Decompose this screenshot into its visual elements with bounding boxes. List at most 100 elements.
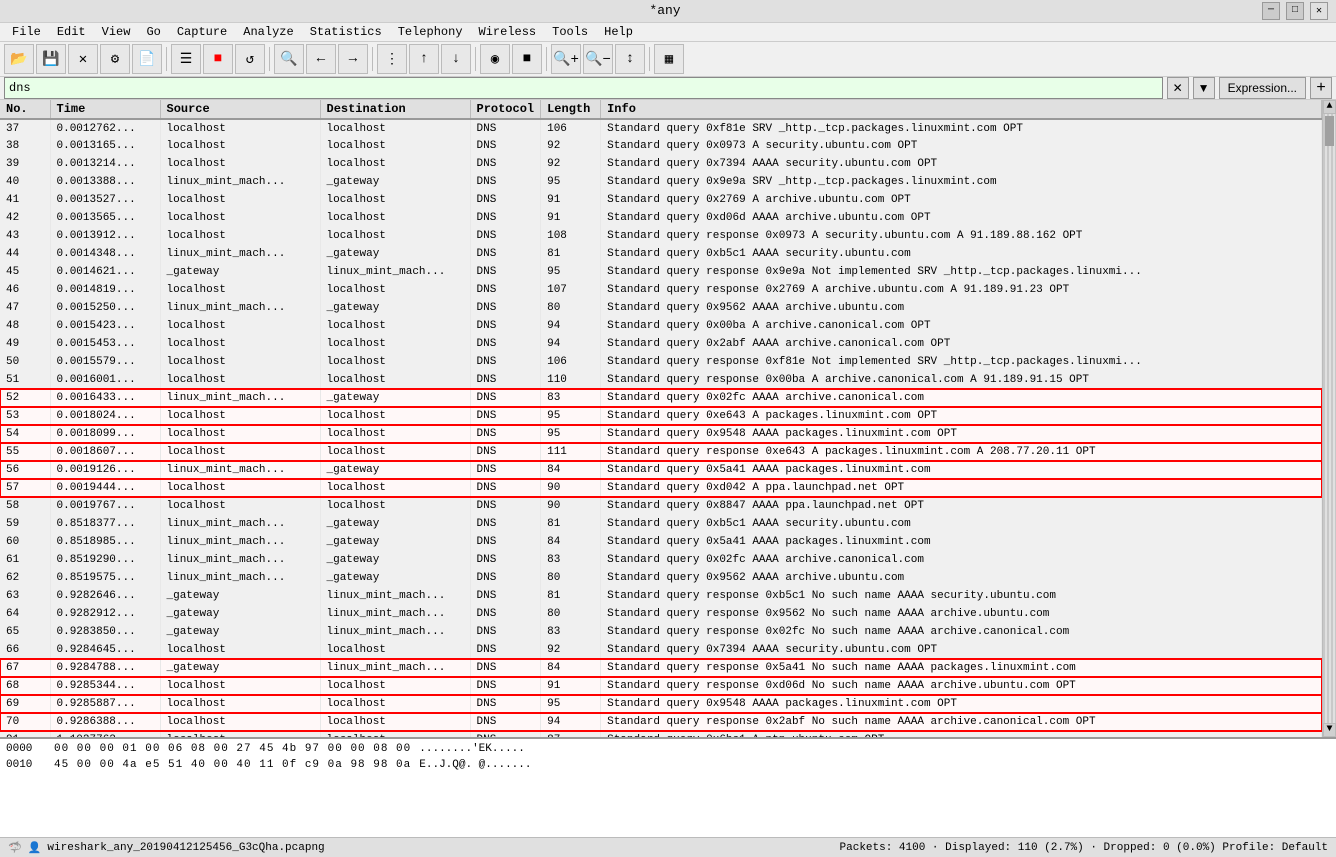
menu-item-capture[interactable]: Capture — [169, 23, 235, 42]
table-row[interactable]: 470.0015250...linux_mint_mach..._gateway… — [0, 299, 1322, 317]
table-row[interactable]: 630.9282646..._gatewaylinux_mint_mach...… — [0, 587, 1322, 605]
table-row[interactable]: 600.8518985...linux_mint_mach..._gateway… — [0, 533, 1322, 551]
goto-packet-button[interactable]: ⋮ — [377, 44, 407, 74]
table-row[interactable]: 420.0013565...localhostlocalhostDNS91Sta… — [0, 209, 1322, 227]
table-row[interactable]: 450.0014621..._gatewaylinux_mint_mach...… — [0, 263, 1322, 281]
table-cell: localhost — [160, 695, 320, 713]
table-cell: 0.0013165... — [50, 137, 160, 155]
table-row[interactable]: 610.8519290...linux_mint_mach..._gateway… — [0, 551, 1322, 569]
menu-item-file[interactable]: File — [4, 23, 49, 42]
table-row[interactable]: 650.9283850..._gatewaylinux_mint_mach...… — [0, 623, 1322, 641]
menu-item-analyze[interactable]: Analyze — [235, 23, 301, 42]
table-row[interactable]: 460.0014819...localhostlocalhostDNS107St… — [0, 281, 1322, 299]
table-row[interactable]: 660.9284645...localhostlocalhostDNS92Sta… — [0, 641, 1322, 659]
filter-add-button[interactable]: + — [1310, 77, 1332, 99]
coloring-button[interactable]: ▦ — [654, 44, 684, 74]
zoom-in-button[interactable]: 🔍+ — [551, 44, 581, 74]
table-row[interactable]: 620.8519575...linux_mint_mach..._gateway… — [0, 569, 1322, 587]
capture-live-button[interactable]: ◉ — [480, 44, 510, 74]
table-cell: 37 — [0, 119, 50, 137]
table-cell: Standard query response 0x2769 A archive… — [601, 281, 1322, 299]
menu-item-telephony[interactable]: Telephony — [390, 23, 471, 42]
filter-clear-button[interactable]: ✕ — [1167, 77, 1189, 99]
table-row[interactable]: 370.0012762...localhostlocalhostDNS106St… — [0, 119, 1322, 137]
table-row[interactable]: 570.0019444...localhostlocalhostDNS90Sta… — [0, 479, 1322, 497]
table-cell: DNS — [470, 407, 541, 425]
col-protocol: Protocol — [470, 100, 541, 119]
table-cell: localhost — [320, 407, 470, 425]
forward-button[interactable]: → — [338, 44, 368, 74]
menu-item-wireless[interactable]: Wireless — [471, 23, 545, 42]
open-capture-button[interactable]: 📂 — [4, 44, 34, 74]
scrollbar-thumb[interactable] — [1325, 116, 1334, 146]
toolbar-sep1 — [166, 47, 167, 71]
list-button[interactable]: ☰ — [171, 44, 201, 74]
table-cell: linux_mint_mach... — [160, 245, 320, 263]
table-row[interactable]: 670.9284788..._gatewaylinux_mint_mach...… — [0, 659, 1322, 677]
table-row[interactable]: 560.0019126...linux_mint_mach..._gateway… — [0, 461, 1322, 479]
filter-input[interactable] — [4, 77, 1163, 99]
table-row[interactable]: 410.0013527...localhostlocalhostDNS91Sta… — [0, 191, 1322, 209]
table-cell: Standard query 0x9548 AAAA packages.linu… — [601, 695, 1322, 713]
save-button[interactable]: 💾 — [36, 44, 66, 74]
packet-scrollbar[interactable]: ▲ ▼ — [1322, 100, 1336, 737]
table-row[interactable]: 430.0013912...localhostlocalhostDNS108St… — [0, 227, 1322, 245]
scroll-down-button[interactable]: ↓ — [441, 44, 471, 74]
menu-item-tools[interactable]: Tools — [544, 23, 596, 42]
menu-item-statistics[interactable]: Statistics — [302, 23, 390, 42]
menu-item-help[interactable]: Help — [596, 23, 641, 42]
menu-item-edit[interactable]: Edit — [49, 23, 94, 42]
table-row[interactable]: 480.0015423...localhostlocalhostDNS94Sta… — [0, 317, 1322, 335]
table-cell: 0.0015423... — [50, 317, 160, 335]
zoom-out-button[interactable]: 🔍− — [583, 44, 613, 74]
table-cell: 90 — [541, 497, 601, 515]
scroll-up-button[interactable]: ↑ — [409, 44, 439, 74]
restore-button[interactable]: □ — [1286, 2, 1304, 20]
table-row[interactable]: 550.0018607...localhostlocalhostDNS111St… — [0, 443, 1322, 461]
table-row[interactable]: 500.0015579...localhostlocalhostDNS106St… — [0, 353, 1322, 371]
table-cell: 91 — [541, 209, 601, 227]
reload-button[interactable]: ↺ — [235, 44, 265, 74]
table-cell: 45 — [0, 263, 50, 281]
table-row[interactable]: 380.0013165...localhostlocalhostDNS92Sta… — [0, 137, 1322, 155]
scrollbar-track[interactable] — [1323, 114, 1336, 723]
back-button[interactable]: ← — [306, 44, 336, 74]
table-row[interactable]: 520.0016433...linux_mint_mach..._gateway… — [0, 389, 1322, 407]
minimize-button[interactable]: ─ — [1262, 2, 1280, 20]
stop-button[interactable]: ■ — [203, 44, 233, 74]
table-row[interactable]: 440.0014348...linux_mint_mach..._gateway… — [0, 245, 1322, 263]
table-row[interactable]: 690.9285887...localhostlocalhostDNS95Sta… — [0, 695, 1322, 713]
table-cell: 43 — [0, 227, 50, 245]
table-row[interactable]: 590.8518377...linux_mint_mach..._gateway… — [0, 515, 1322, 533]
table-row[interactable]: 530.0018024...localhostlocalhostDNS95Sta… — [0, 407, 1322, 425]
filter-arrow-button[interactable]: ▼ — [1193, 77, 1215, 99]
options-button[interactable]: ⚙ — [100, 44, 130, 74]
table-cell: localhost — [160, 317, 320, 335]
table-row[interactable]: 510.0016001...localhostlocalhostDNS110St… — [0, 371, 1322, 389]
close-button[interactable]: ✕ — [1310, 2, 1328, 20]
table-cell: 59 — [0, 515, 50, 533]
table-row[interactable]: 400.0013388...linux_mint_mach..._gateway… — [0, 173, 1322, 191]
stop-capture-button[interactable]: ■ — [512, 44, 542, 74]
menu-item-view[interactable]: View — [94, 23, 139, 42]
table-row[interactable]: 640.9282912..._gatewaylinux_mint_mach...… — [0, 605, 1322, 623]
table-row[interactable]: 911.1027762...localhostlocalhostDNS87Sta… — [0, 731, 1322, 737]
scrollbar-down-arrow[interactable]: ▼ — [1323, 723, 1336, 737]
new-file-button[interactable]: 📄 — [132, 44, 162, 74]
table-row[interactable]: 390.0013214...localhostlocalhostDNS92Sta… — [0, 155, 1322, 173]
scrollbar-up-arrow[interactable]: ▲ — [1323, 100, 1336, 114]
table-row[interactable]: 490.0015453...localhostlocalhostDNS94Sta… — [0, 335, 1322, 353]
table-cell: localhost — [320, 497, 470, 515]
menu-item-go[interactable]: Go — [138, 23, 168, 42]
close-capture-button[interactable]: ✕ — [68, 44, 98, 74]
table-cell: 0.0013912... — [50, 227, 160, 245]
table-cell: 0.0019126... — [50, 461, 160, 479]
table-row[interactable]: 580.0019767...localhostlocalhostDNS90Sta… — [0, 497, 1322, 515]
table-row[interactable]: 540.0018099...localhostlocalhostDNS95Sta… — [0, 425, 1322, 443]
expression-button[interactable]: Expression... — [1219, 77, 1306, 99]
zoom-reset-button[interactable]: ↕ — [615, 44, 645, 74]
table-row[interactable]: 700.9286388...localhostlocalhostDNS94Sta… — [0, 713, 1322, 731]
table-cell: 48 — [0, 317, 50, 335]
find-button[interactable]: 🔍 — [274, 44, 304, 74]
table-row[interactable]: 680.9285344...localhostlocalhostDNS91Sta… — [0, 677, 1322, 695]
